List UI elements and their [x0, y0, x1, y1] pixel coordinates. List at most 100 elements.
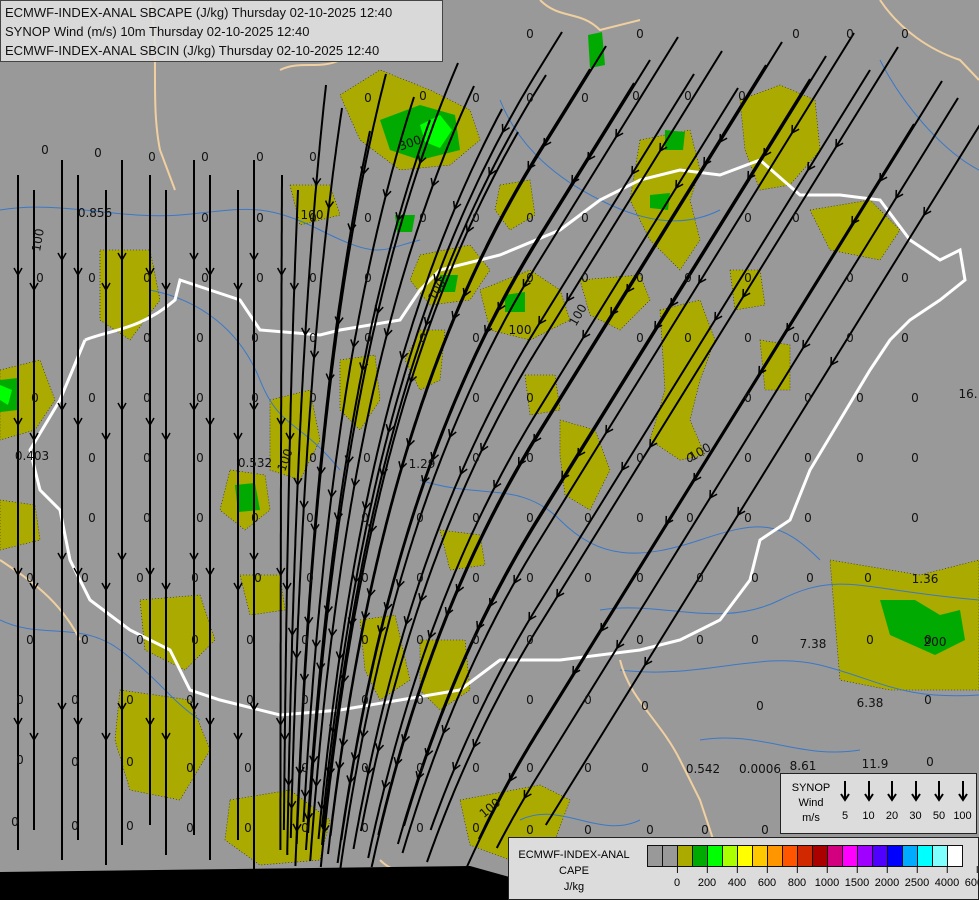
station-value-label: 16. — [958, 387, 978, 401]
wind-arrow-icon — [910, 781, 921, 802]
cape-color-swatch — [933, 846, 948, 866]
grid-value-label: 0 — [751, 571, 759, 585]
grid-value-label: 0 — [364, 271, 372, 285]
grid-value-label: 0 — [901, 271, 909, 285]
grid-value-label: 0 — [416, 693, 424, 707]
grid-value-label: 0 — [419, 89, 427, 103]
grid-value-label: 0 — [244, 761, 252, 775]
cape-color-swatch — [723, 846, 738, 866]
cape-color-swatch — [798, 846, 813, 866]
grid-value-label: 0 — [744, 391, 752, 405]
grid-value-label: 0 — [472, 451, 480, 465]
grid-value-label: 0 — [856, 391, 864, 405]
cape-color-swatch — [873, 846, 888, 866]
cape-tick-label: 800 — [787, 866, 807, 889]
grid-value-label: 0 — [636, 633, 644, 647]
wind-legend-title-line: Wind — [798, 797, 824, 809]
grid-value-label: 0 — [641, 699, 649, 713]
cape-legend-title-line: CAPE — [559, 865, 589, 877]
grid-value-label: 0 — [751, 633, 759, 647]
grid-value-label: 0 — [361, 693, 369, 707]
grid-value-label: 0 — [472, 571, 480, 585]
grid-value-label: 0 — [901, 27, 909, 41]
grid-value-label: 0 — [196, 391, 204, 405]
grid-value-label: 0 — [143, 331, 151, 345]
grid-value-label: 0 — [472, 391, 480, 405]
cape-tick-label: 4000 — [934, 866, 960, 889]
grid-value-label: 0 — [26, 571, 34, 585]
grid-value-label: 0 — [309, 271, 317, 285]
weather-map[interactable] — [0, 0, 979, 900]
wind-legend-item: 10 — [857, 780, 881, 822]
cape-color-swatch — [843, 846, 858, 866]
contour-label: 200 — [923, 635, 947, 649]
grid-value-label: 0 — [301, 821, 309, 835]
wind-legend-item: 20 — [880, 780, 904, 822]
wind-arrow-icon — [863, 781, 874, 802]
grid-value-label: 0 — [419, 331, 427, 345]
contour-label: 100 — [300, 208, 324, 222]
grid-value-label: 0 — [309, 391, 317, 405]
grid-value-label: 0 — [126, 693, 134, 707]
grid-value-label: 0 — [636, 27, 644, 41]
cape-color-swatch — [903, 846, 918, 866]
grid-value-label: 0 — [806, 571, 814, 585]
grid-value-label: 0 — [309, 150, 317, 164]
grid-value-label: 0 — [201, 211, 209, 225]
wind-legend-item: 100 — [951, 780, 975, 822]
grid-value-label: 0 — [856, 451, 864, 465]
grid-value-label: 0 — [866, 633, 874, 647]
cape-tick-label: 1500 — [844, 866, 870, 889]
cape-color-swatch — [663, 846, 678, 866]
grid-value-label: 0 — [472, 761, 480, 775]
grid-value-label: 0 — [16, 753, 24, 767]
grid-value-label: 0 — [526, 571, 534, 585]
grid-value-label: 0 — [196, 451, 204, 465]
cape-tick-label: 6000 — [965, 866, 979, 889]
grid-value-label: 0 — [738, 89, 746, 103]
grid-value-label: 0 — [416, 821, 424, 835]
station-value-label: 6.38 — [856, 696, 884, 710]
header-cin-title: ECMWF-INDEX-ANAL SBCIN (J/kg) Thursday 0… — [5, 43, 380, 58]
grid-value-label: 0 — [361, 511, 369, 525]
grid-value-label: 0 — [71, 819, 79, 833]
grid-value-label: 0 — [472, 511, 480, 525]
grid-value-label: 0 — [88, 511, 96, 525]
cape-legend-title: ECMWF-INDEX-ANAL CAPE J/kg — [513, 847, 635, 895]
grid-value-label: 0 — [136, 571, 144, 585]
cape-200-area — [665, 130, 685, 150]
wind-speed-label: 30 — [909, 810, 922, 822]
grid-value-label: 0 — [744, 271, 752, 285]
grid-value-label: 0 — [143, 451, 151, 465]
grid-value-label: 0 — [744, 211, 752, 225]
station-value-label: 0.856 — [77, 206, 113, 220]
wind-legend-title-line: SYNOP — [791, 782, 831, 794]
grid-value-label: 0 — [924, 693, 932, 707]
grid-value-label: 0 — [81, 571, 89, 585]
grid-value-label: 0 — [301, 761, 309, 775]
grid-value-label: 0 — [526, 823, 534, 837]
grid-value-label: 0 — [472, 693, 480, 707]
grid-value-label: 0 — [526, 91, 534, 105]
wind-legend: SYNOP Wind m/s 5 10 20 30 50 100 — [780, 773, 977, 834]
grid-value-label: 0 — [361, 761, 369, 775]
station-value-label: 8.61 — [789, 759, 817, 773]
grid-value-label: 0 — [361, 821, 369, 835]
grid-value-label: 0 — [526, 27, 534, 41]
map-header: ECMWF-INDEX-ANAL SBCAPE (J/kg) Thursday … — [0, 0, 443, 62]
grid-value-label: 0 — [419, 211, 427, 225]
cape-legend-title-line: ECMWF-INDEX-ANAL — [518, 849, 630, 861]
grid-value-label: 0 — [641, 761, 649, 775]
grid-value-label: 0 — [148, 150, 156, 164]
grid-value-label: 0 — [256, 211, 264, 225]
grid-value-label: 0 — [363, 451, 371, 465]
grid-value-label: 0 — [41, 143, 49, 157]
grid-value-label: 0 — [696, 633, 704, 647]
wind-arrow-icon — [887, 781, 897, 802]
grid-value-label: 0 — [196, 511, 204, 525]
grid-value-label: 0 — [526, 211, 534, 225]
grid-value-label: 0 — [71, 755, 79, 769]
wind-legend-item: 5 — [833, 780, 857, 822]
grid-value-label: 0 — [526, 633, 534, 647]
grid-value-label: 0 — [143, 511, 151, 525]
